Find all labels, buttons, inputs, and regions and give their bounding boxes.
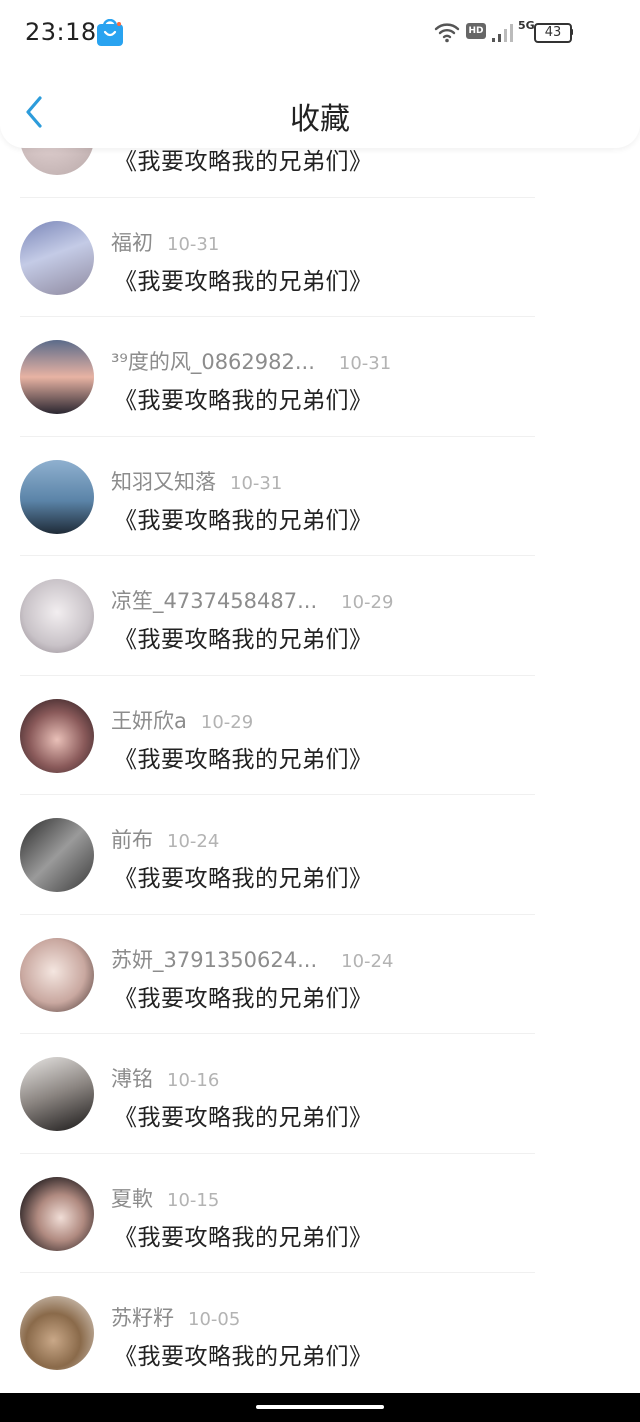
book-title[interactable]: 《我要攻略我的兄弟们》 <box>114 381 373 415</box>
list-item[interactable]: 溥铭 10-16 《我要攻略我的兄弟们》 <box>0 1034 640 1154</box>
avatar[interactable] <box>20 220 94 295</box>
username[interactable]: 知羽又知落 <box>111 470 216 494</box>
battery-tip <box>570 29 573 35</box>
book-title[interactable]: 《我要攻略我的兄弟们》 <box>114 1218 373 1252</box>
date: 10-05 <box>188 1309 241 1330</box>
date: 10-31 <box>167 233 220 255</box>
app-store-icon <box>97 19 123 46</box>
battery-icon: 43 <box>534 23 572 43</box>
header: 23:18 HD 5G 43 收藏 <box>0 0 640 148</box>
item-meta: 知羽又知落 10-31 <box>111 466 282 496</box>
book-title[interactable]: 《我要攻略我的兄弟们》 <box>114 740 373 774</box>
item-meta: 苏籽籽 10-05 <box>111 1302 240 1332</box>
list-item[interactable]: 苏籽籽 10-05 《我要攻略我的兄弟们》 <box>0 1273 640 1393</box>
signal-icon <box>492 24 513 42</box>
list-item[interactable]: 夏軟 10-15 《我要攻略我的兄弟们》 <box>0 1154 640 1273</box>
book-title[interactable]: 《我要攻略我的兄弟们》 <box>114 1098 373 1132</box>
item-meta: 苏妍_3791350624... 10-24 <box>111 944 393 974</box>
avatar[interactable] <box>20 698 94 773</box>
book-title[interactable]: 《我要攻略我的兄弟们》 <box>114 859 373 893</box>
item-meta: 凉笙_4737458487... 10-29 <box>111 585 393 615</box>
date: 10-16 <box>167 1070 220 1091</box>
network-label: 5G <box>518 19 535 32</box>
date: 10-31 <box>230 472 283 494</box>
username[interactable]: 前布 <box>111 828 153 852</box>
nav-bar: 收藏 <box>0 80 640 148</box>
list-item[interactable]: 苏妍_3791350624... 10-24 《我要攻略我的兄弟们》 <box>0 915 640 1034</box>
avatar[interactable] <box>20 1176 94 1251</box>
item-meta: 溥铭 10-16 <box>111 1063 219 1093</box>
item-meta: 夏軟 10-15 <box>111 1183 219 1213</box>
book-title[interactable]: 《我要攻略我的兄弟们》 <box>114 262 373 296</box>
date: 10-31 <box>338 353 392 374</box>
username[interactable]: 福初 <box>111 231 153 255</box>
username[interactable]: 溥铭 <box>111 1067 153 1091</box>
avatar[interactable] <box>20 1057 94 1131</box>
item-meta: 前布 10-24 <box>111 824 219 854</box>
avatar[interactable] <box>20 1296 94 1370</box>
wifi-icon <box>434 23 460 43</box>
date: 10-24 <box>167 831 220 852</box>
book-title[interactable]: 《我要攻略我的兄弟们》 <box>114 620 373 654</box>
gesture-bar <box>0 1393 640 1422</box>
favorites-list: 《我要攻略我的兄弟们》 福初 10-31 《我要攻略我的兄弟们》 ³⁹度的风_08… <box>0 78 640 1393</box>
status-bar: 23:18 HD 5G 43 <box>0 0 640 66</box>
list-item[interactable]: 王妍欣a 10-29 《我要攻略我的兄弟们》 <box>0 676 640 795</box>
list-item[interactable]: ³⁹度的风_0862982... 10-31 《我要攻略我的兄弟们》 <box>0 317 640 437</box>
book-title[interactable]: 《我要攻略我的兄弟们》 <box>114 1337 373 1371</box>
hd-badge: HD <box>466 23 486 39</box>
avatar[interactable] <box>20 937 94 1012</box>
book-title[interactable]: 《我要攻略我的兄弟们》 <box>114 979 373 1013</box>
item-meta: 王妍欣a 10-29 <box>111 705 253 735</box>
date: 10-29 <box>200 711 254 733</box>
list-item[interactable]: 福初 10-31 《我要攻略我的兄弟们》 <box>0 198 640 317</box>
username[interactable]: 夏軟 <box>111 1187 153 1211</box>
item-meta: 福初 10-31 <box>111 227 219 257</box>
username[interactable]: 凉笙_4737458487... <box>111 589 317 613</box>
avatar[interactable] <box>20 459 94 534</box>
item-meta: ³⁹度的风_0862982... 10-31 <box>111 346 391 376</box>
list-item[interactable]: 前布 10-24 《我要攻略我的兄弟们》 <box>0 795 640 915</box>
username[interactable]: ³⁹度的风_0862982... <box>111 350 315 374</box>
username[interactable]: 苏妍_3791350624... <box>111 948 317 972</box>
page-title: 收藏 <box>290 102 350 137</box>
status-time: 23:18 <box>25 18 97 46</box>
username[interactable]: 苏籽籽 <box>111 1306 174 1330</box>
date: 10-15 <box>167 1189 220 1211</box>
home-indicator[interactable] <box>256 1405 384 1409</box>
book-title[interactable]: 《我要攻略我的兄弟们》 <box>114 501 373 535</box>
avatar[interactable] <box>20 818 94 892</box>
avatar[interactable] <box>20 579 94 653</box>
list-item[interactable]: 凉笙_4737458487... 10-29 《我要攻略我的兄弟们》 <box>0 556 640 676</box>
date: 10-29 <box>341 592 394 613</box>
list-item[interactable]: 知羽又知落 10-31 《我要攻略我的兄弟们》 <box>0 437 640 556</box>
username[interactable]: 王妍欣a <box>111 709 187 733</box>
date: 10-24 <box>341 950 394 972</box>
avatar[interactable] <box>20 340 94 414</box>
